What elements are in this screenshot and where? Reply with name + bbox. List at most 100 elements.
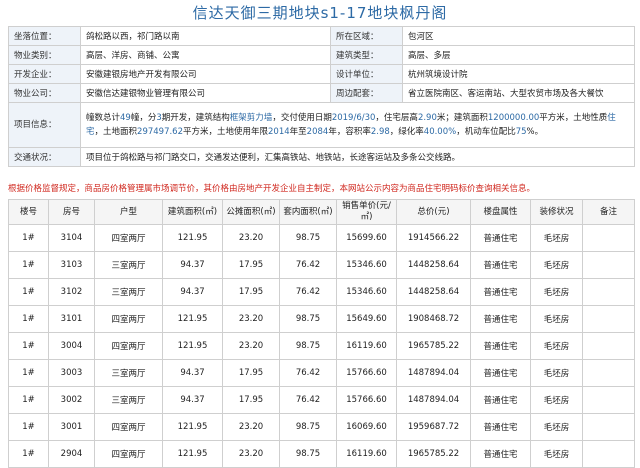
cell-decoration: 毛坯房 <box>530 359 583 387</box>
cell-property-attr: 普通住宅 <box>470 278 531 306</box>
cell-shared-area: 23.20 <box>222 413 280 441</box>
cell-unit-price: 15649.60 <box>336 305 397 333</box>
table-row: 1# 3001 四室两厅 121.95 23.20 98.75 16069.60… <box>8 413 635 441</box>
header-note: 备注 <box>582 199 635 225</box>
cell-build-area: 94.37 <box>162 386 223 414</box>
cell-shared-area: 23.20 <box>222 224 280 252</box>
district-value: 包河区 <box>402 26 635 46</box>
cell-total-price: 1487894.04 <box>396 359 471 387</box>
cell-room: 3003 <box>48 359 95 387</box>
cell-property-attr: 普通住宅 <box>470 251 531 279</box>
cell-building: 1# <box>8 305 49 333</box>
property-type-label: 物业类别： <box>8 45 81 65</box>
cell-build-area: 121.95 <box>162 305 223 333</box>
cell-property-attr: 普通住宅 <box>470 224 531 252</box>
cell-decoration: 毛坯房 <box>530 251 583 279</box>
header-layout: 户型 <box>94 199 163 225</box>
cell-note <box>582 332 635 360</box>
cell-room: 3002 <box>48 386 95 414</box>
location-label: 坐落位置： <box>8 26 81 46</box>
page: 信达天御三期地块s1-17地块枫丹阁 坐落位置： 鸽松路以西，祁门路以南 所在区… <box>0 0 640 468</box>
traffic-value: 项目位于鸽松路与祁门路交口，交通发达便利，汇集高铁站、地铁站，长途客运站及多条公… <box>80 147 635 167</box>
cell-shared-area: 23.20 <box>222 440 280 468</box>
cell-building: 1# <box>8 359 49 387</box>
unit-price-table: 楼号 房号 户型 建筑面积(㎡) 公摊面积(㎡) 套内面积(㎡) 销售单价(元/… <box>8 199 635 468</box>
cell-total-price: 1959687.72 <box>396 413 471 441</box>
cell-room: 3004 <box>48 332 95 360</box>
header-property-attr: 楼盘属性 <box>470 199 531 225</box>
cell-inner-area: 98.75 <box>279 305 337 333</box>
cell-decoration: 毛坯房 <box>530 386 583 414</box>
design-label: 设计单位： <box>330 64 403 84</box>
cell-layout: 三室两厅 <box>94 386 163 414</box>
cell-total-price: 1448258.64 <box>396 251 471 279</box>
cell-build-area: 94.37 <box>162 278 223 306</box>
cell-property-attr: 普通住宅 <box>470 305 531 333</box>
cell-layout: 四室两厅 <box>94 305 163 333</box>
header-shared-area: 公摊面积(㎡) <box>222 199 280 225</box>
cell-inner-area: 98.75 <box>279 413 337 441</box>
cell-total-price: 1914566.22 <box>396 224 471 252</box>
cell-property-attr: 普通住宅 <box>470 332 531 360</box>
cell-layout: 四室两厅 <box>94 440 163 468</box>
district-label: 所在区域： <box>330 26 403 46</box>
cell-room: 3103 <box>48 251 95 279</box>
cell-inner-area: 76.42 <box>279 359 337 387</box>
cell-note <box>582 224 635 252</box>
price-notice: 根据价格监督规定，商品房价格管理属市场调节价，其价格由房地产开发企业自主制定，本… <box>8 184 536 194</box>
table-row: 1# 3002 三室两厅 94.37 17.95 76.42 15766.60 … <box>8 386 635 414</box>
property-company-value: 安徽信达建银物业管理有限公司 <box>80 83 331 103</box>
table-header-row: 楼号 房号 户型 建筑面积(㎡) 公摊面积(㎡) 套内面积(㎡) 销售单价(元/… <box>8 199 635 225</box>
table-row: 1# 3003 三室两厅 94.37 17.95 76.42 15766.60 … <box>8 359 635 387</box>
cell-unit-price: 15766.60 <box>336 386 397 414</box>
cell-total-price: 1448258.64 <box>396 278 471 306</box>
project-info-label: 项目信息： <box>8 102 81 148</box>
cell-property-attr: 普通住宅 <box>470 359 531 387</box>
cell-unit-price: 15346.60 <box>336 251 397 279</box>
cell-note <box>582 278 635 306</box>
cell-shared-area: 23.20 <box>222 305 280 333</box>
cell-unit-price: 16119.60 <box>336 332 397 360</box>
building-type-value: 高层、多层 <box>402 45 635 65</box>
cell-build-area: 94.37 <box>162 359 223 387</box>
cell-layout: 三室两厅 <box>94 278 163 306</box>
surroundings-value: 省立医院南区、客运南站、大型农贸市场及各大餐饮 <box>402 83 635 103</box>
property-company-label: 物业公司： <box>8 83 81 103</box>
cell-decoration: 毛坯房 <box>530 278 583 306</box>
cell-build-area: 121.95 <box>162 413 223 441</box>
developer-value: 安徽建银房地产开发有限公司 <box>80 64 331 84</box>
project-info-table: 坐落位置： 鸽松路以西，祁门路以南 所在区域： 包河区 物业类别： 高层、洋房、… <box>8 26 635 167</box>
cell-unit-price: 16119.60 <box>336 440 397 468</box>
header-building: 楼号 <box>8 199 49 225</box>
cell-decoration: 毛坯房 <box>530 440 583 468</box>
cell-building: 1# <box>8 278 49 306</box>
cell-building: 1# <box>8 440 49 468</box>
cell-note <box>582 251 635 279</box>
cell-unit-price: 15346.60 <box>336 278 397 306</box>
cell-unit-price: 16069.60 <box>336 413 397 441</box>
cell-note <box>582 305 635 333</box>
cell-shared-area: 17.95 <box>222 278 280 306</box>
property-type-value: 高层、洋房、商铺、公寓 <box>80 45 331 65</box>
cell-build-area: 94.37 <box>162 251 223 279</box>
cell-build-area: 121.95 <box>162 224 223 252</box>
header-room: 房号 <box>48 199 95 225</box>
cell-decoration: 毛坯房 <box>530 413 583 441</box>
cell-layout: 四室两厅 <box>94 332 163 360</box>
surroundings-label: 周边配套： <box>330 83 403 103</box>
cell-building: 1# <box>8 224 49 252</box>
table-row: 1# 2904 四室两厅 121.95 23.20 98.75 16119.60… <box>8 440 635 468</box>
cell-decoration: 毛坯房 <box>530 332 583 360</box>
cell-unit-price: 15766.60 <box>336 359 397 387</box>
table-row: 1# 3103 三室两厅 94.37 17.95 76.42 15346.60 … <box>8 251 635 279</box>
header-unit-price: 销售单价(元/㎡) <box>336 199 397 225</box>
table-row: 1# 3102 三室两厅 94.37 17.95 76.42 15346.60 … <box>8 278 635 306</box>
cell-build-area: 121.95 <box>162 440 223 468</box>
cell-property-attr: 普通住宅 <box>470 440 531 468</box>
cell-note <box>582 413 635 441</box>
cell-building: 1# <box>8 386 49 414</box>
cell-room: 3102 <box>48 278 95 306</box>
developer-label: 开发企业： <box>8 64 81 84</box>
cell-property-attr: 普通住宅 <box>470 386 531 414</box>
cell-note <box>582 359 635 387</box>
